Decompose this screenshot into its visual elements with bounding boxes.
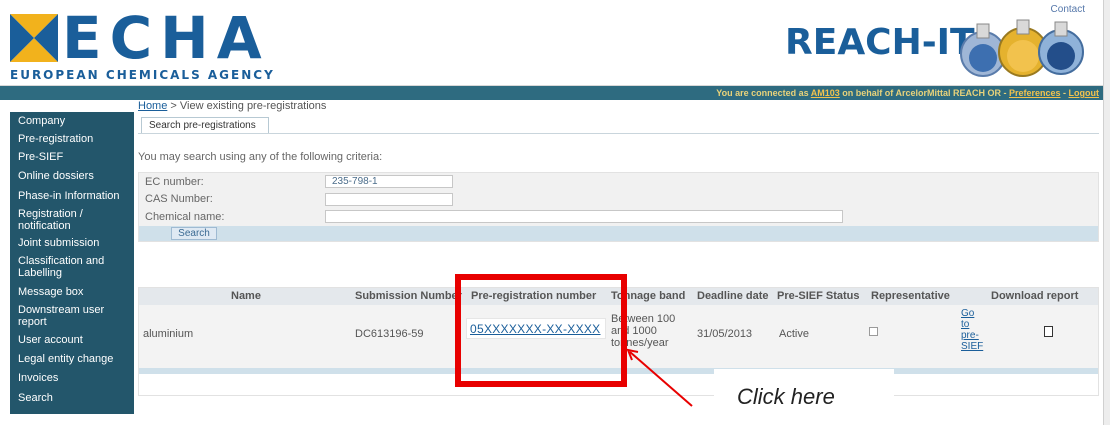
sidebar-item-classification-labelling[interactable]: Classification and Labelling: [10, 252, 134, 282]
tab-divider: [138, 133, 1099, 134]
ec-number-input[interactable]: 235-798-1: [325, 175, 453, 188]
breadcrumb: Home > View existing pre-registrations: [138, 100, 326, 112]
sidebar-item-downstream-user-report[interactable]: Downstream user report: [10, 302, 134, 330]
sidebar-item-legal-entity-change[interactable]: Legal entity change: [10, 350, 134, 368]
sidebar-item-label: Search: [18, 392, 53, 404]
logout-link[interactable]: Logout: [1069, 88, 1100, 98]
column-header-download-report: Download report: [991, 290, 1079, 302]
sidebar-item-label: Company: [18, 115, 66, 127]
page-header: ECHA EUROPEAN CHEMICALS AGENCY Contact R…: [0, 0, 1103, 86]
sidebar-item-invoices[interactable]: Invoices: [10, 368, 134, 388]
cas-number-input[interactable]: [325, 193, 453, 206]
sidebar-item-pre-sief[interactable]: Pre-SIEF: [10, 148, 134, 166]
echa-logo-icon: [10, 14, 58, 62]
sidebar-item-user-account[interactable]: User account: [10, 330, 134, 350]
sidebar-item-phase-in-information[interactable]: Phase-in Information: [10, 186, 134, 206]
sidebar-item-online-dossiers[interactable]: Online dossiers: [10, 166, 134, 186]
logo-subtitle: EUROPEAN CHEMICALS AGENCY: [10, 68, 275, 82]
go-link-line: Go: [961, 308, 975, 319]
flasks-logo-icon: [960, 19, 1084, 77]
sidebar-item-label: User account: [18, 334, 83, 346]
representative-checkbox[interactable]: [869, 327, 878, 336]
cell-name: aluminium: [143, 328, 194, 340]
cell-pre-sief-status: Active: [779, 328, 809, 340]
search-intro-text: You may search using any of the followin…: [138, 151, 383, 163]
sidebar: Company Pre-registration Pre-SIEF Online…: [10, 112, 134, 414]
chemical-name-label: Chemical name:: [145, 211, 225, 223]
connection-bar: You are connected as AM103 on behalf of …: [0, 86, 1103, 100]
column-header-representative: Representative: [871, 290, 950, 302]
echa-logo[interactable]: ECHA EUROPEAN CHEMICALS AGENCY: [10, 4, 280, 84]
sidebar-item-label: Downstream user report: [18, 304, 105, 328]
sidebar-item-label: Online dossiers: [18, 170, 94, 182]
sidebar-item-message-box[interactable]: Message box: [10, 282, 134, 302]
go-link-line: SIEF: [961, 341, 984, 352]
column-header-deadline-date: Deadline date: [697, 290, 769, 302]
download-report-icon[interactable]: [1044, 326, 1053, 337]
breadcrumb-home-link[interactable]: Home: [138, 100, 167, 112]
sidebar-item-joint-submission[interactable]: Joint submission: [10, 234, 134, 252]
breadcrumb-current: View existing pre-registrations: [179, 100, 327, 112]
sidebar-item-company[interactable]: Company: [10, 112, 134, 130]
search-form: EC number: 235-798-1 CAS Number: Chemica…: [138, 172, 1099, 242]
column-header-name: Name: [231, 290, 261, 302]
user-link[interactable]: AM103: [811, 88, 840, 98]
sidebar-item-label: Phase-in Information: [18, 190, 120, 202]
sidebar-item-label: Message box: [18, 286, 84, 298]
column-header-pre-sief-status: Pre-SIEF Status: [777, 290, 860, 302]
callout-arrow-icon: [626, 348, 693, 407]
sidebar-item-label: Invoices: [18, 372, 59, 384]
column-header-submission-number: Submission Number: [355, 290, 462, 302]
go-to-pre-sief-link[interactable]: Go to pre- SIEF: [961, 308, 983, 352]
chemical-name-input[interactable]: [325, 210, 843, 223]
logo-text: ECHA: [62, 4, 270, 72]
cas-number-label: CAS Number:: [145, 193, 213, 205]
sidebar-item-label: Classification and Labelling: [18, 255, 105, 279]
cell-deadline-date: 31/05/2013: [697, 328, 753, 340]
tab-search-pre-registrations[interactable]: Search pre-registrations: [141, 117, 269, 134]
vertical-scrollbar[interactable]: [1103, 0, 1110, 425]
sidebar-item-label: Pre-SIEF: [18, 151, 64, 163]
sidebar-item-label: Pre-registration: [18, 133, 94, 145]
sidebar-item-label: Joint submission: [18, 237, 100, 249]
cell-submission-number: DC613196-59: [355, 328, 424, 340]
sidebar-item-label: Legal entity change: [18, 353, 114, 365]
go-link-line: to: [961, 319, 970, 330]
sidebar-item-search[interactable]: Search: [10, 388, 134, 408]
callout-text: Click here: [737, 384, 835, 409]
preferences-link[interactable]: Preferences: [1009, 88, 1061, 98]
connection-separator: -: [1060, 88, 1069, 98]
breadcrumb-separator: >: [167, 100, 180, 112]
go-link-line: pre-: [961, 330, 979, 341]
connection-prefix: You are connected as: [716, 88, 811, 98]
sidebar-item-label: Registration / notification: [18, 208, 83, 232]
pre-registration-number-link[interactable]: 05XXXXXXX-XX-XXXX: [470, 322, 601, 336]
search-button-bar: Search: [139, 226, 1098, 241]
connection-middle: on behalf of ArcelorMittal REACH OR -: [839, 88, 1009, 98]
search-button[interactable]: Search: [171, 227, 217, 240]
sidebar-item-pre-registration[interactable]: Pre-registration: [10, 130, 134, 148]
ec-number-label: EC number:: [145, 176, 204, 188]
sidebar-item-registration-notification[interactable]: Registration / notification: [10, 206, 134, 234]
